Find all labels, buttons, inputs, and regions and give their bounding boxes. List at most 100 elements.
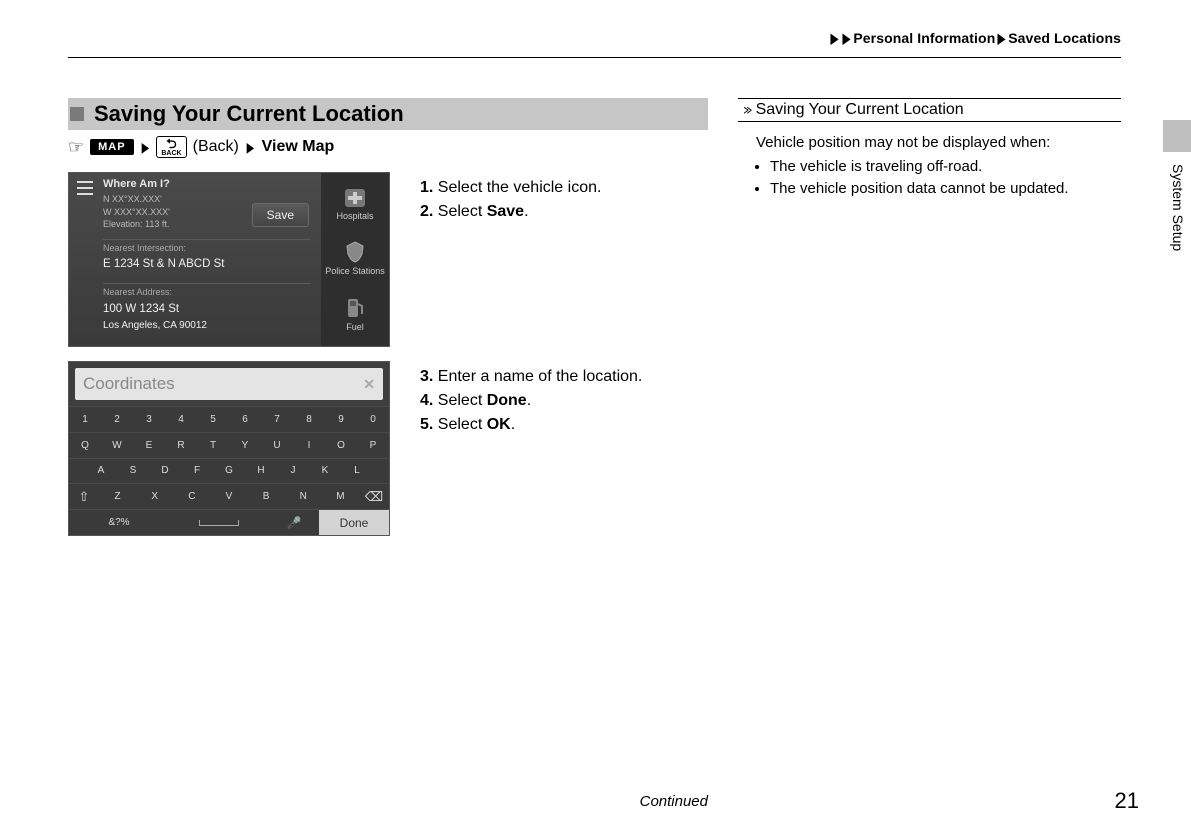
- nearest-intersection-value: E 1234 St & N ABCD St: [103, 258, 224, 270]
- key[interactable]: Q: [69, 440, 101, 451]
- chevron-right-icon: ▶: [141, 139, 149, 156]
- key[interactable]: D: [149, 465, 181, 476]
- screen-title: Where Am I?: [103, 178, 170, 190]
- chevron-right-icon: ▶: [998, 30, 1006, 47]
- step-text: .: [511, 416, 515, 433]
- back-paren: (Back): [193, 138, 239, 156]
- steps-block-2: 3. Enter a name of the location. 4. Sele…: [420, 361, 708, 437]
- name-input[interactable]: Coordinates ✕: [75, 368, 383, 400]
- hamburger-icon[interactable]: [77, 181, 93, 195]
- square-bullet-icon: [70, 107, 84, 121]
- section-heading: Saving Your Current Location: [68, 98, 708, 130]
- step-text: .: [527, 392, 531, 409]
- shift-key[interactable]: ⇧: [69, 489, 99, 505]
- key[interactable]: O: [325, 440, 357, 451]
- key[interactable]: 5: [197, 414, 229, 425]
- key[interactable]: Y: [229, 440, 261, 451]
- key[interactable]: 9: [325, 414, 357, 425]
- latitude: N XX°XX.XXX': [103, 193, 170, 206]
- nav-path: ☜ MAP ▶ ⮌ BACK (Back) ▶ View Map: [68, 136, 708, 158]
- key[interactable]: A: [85, 465, 117, 476]
- key[interactable]: 0: [357, 414, 389, 425]
- key[interactable]: W: [101, 440, 133, 451]
- back-label: BACK: [161, 150, 181, 157]
- breadcrumb-item: Personal Information: [853, 30, 995, 46]
- key[interactable]: 3: [133, 414, 165, 425]
- tab-marker: [1163, 120, 1191, 152]
- input-placeholder: Coordinates: [83, 374, 175, 394]
- space-key[interactable]: [169, 520, 269, 526]
- key[interactable]: L: [341, 465, 373, 476]
- step-bold: OK: [487, 416, 511, 433]
- step-text: Select: [433, 392, 486, 409]
- police-stations-button[interactable]: Police Stations: [325, 240, 385, 276]
- key[interactable]: 6: [229, 414, 261, 425]
- nearest-address-line1: 100 W 1234 St: [103, 303, 179, 315]
- hospitals-button[interactable]: Hospitals: [336, 187, 373, 221]
- key[interactable]: H: [245, 465, 277, 476]
- key[interactable]: B: [248, 491, 285, 502]
- key[interactable]: E: [133, 440, 165, 451]
- key[interactable]: F: [181, 465, 213, 476]
- chevron-right-icon: ▶: [246, 139, 254, 156]
- done-key[interactable]: Done: [319, 510, 389, 535]
- key[interactable]: 1: [69, 414, 101, 425]
- chapter-tab-label: System Setup: [1170, 164, 1186, 251]
- back-button-icon: ⮌ BACK: [156, 136, 186, 158]
- nearest-address-label: Nearest Address:: [103, 287, 172, 297]
- note-bullet: The vehicle position data cannot be upda…: [770, 178, 1115, 200]
- key[interactable]: Z: [99, 491, 136, 502]
- save-button[interactable]: Save: [252, 203, 309, 227]
- key[interactable]: V: [210, 491, 247, 502]
- double-chevron-icon: ≫: [743, 103, 750, 117]
- kb-row-numbers: 1234567890: [69, 406, 389, 432]
- step-text: Select: [433, 203, 486, 220]
- hospital-icon: [343, 187, 367, 209]
- steps-block-1: 1. Select the vehicle icon. 2. Select Sa…: [420, 172, 708, 224]
- key[interactable]: I: [293, 440, 325, 451]
- clear-icon[interactable]: ✕: [363, 376, 375, 393]
- continued-label: Continued: [68, 793, 708, 810]
- fuel-button[interactable]: Fuel: [345, 296, 365, 332]
- step-number: 5.: [420, 416, 433, 433]
- mic-key[interactable]: 🎤: [269, 516, 319, 530]
- key[interactable]: 2: [101, 414, 133, 425]
- chapter-tab: System Setup: [1163, 120, 1191, 300]
- key[interactable]: 8: [293, 414, 325, 425]
- symbols-key[interactable]: &?%: [69, 517, 169, 528]
- kb-row-qwerty: QWERTYUIOP: [69, 432, 389, 458]
- key[interactable]: X: [136, 491, 173, 502]
- divider: [68, 57, 1121, 58]
- police-badge-icon: [343, 240, 367, 264]
- key[interactable]: P: [357, 440, 389, 451]
- breadcrumb-item: Saved Locations: [1008, 30, 1121, 46]
- key[interactable]: S: [117, 465, 149, 476]
- key[interactable]: R: [165, 440, 197, 451]
- elevation: Elevation: 113 ft.: [103, 218, 170, 231]
- fuel-pump-icon: [345, 296, 365, 320]
- chevron-right-icon: ▶: [843, 30, 851, 47]
- nearest-address-line2: Los Angeles, CA 90012: [103, 320, 207, 331]
- backspace-key[interactable]: ⌫: [359, 489, 389, 505]
- back-arrow-icon: ⮌: [166, 137, 176, 150]
- note-heading: ≫ Saving Your Current Location: [738, 98, 1121, 122]
- onscreen-keyboard: 1234567890 QWERTYUIOP ASDFGHJKL ⇧ ZXCVBN…: [69, 406, 389, 535]
- key[interactable]: C: [173, 491, 210, 502]
- key[interactable]: G: [213, 465, 245, 476]
- key[interactable]: T: [197, 440, 229, 451]
- kb-row-bottom: &?% 🎤 Done: [69, 509, 389, 535]
- key[interactable]: N: [285, 491, 322, 502]
- kb-row-zxcv: ⇧ ZXCVBNM ⌫: [69, 483, 389, 509]
- note-intro: Vehicle position may not be displayed wh…: [756, 132, 1115, 154]
- where-am-i-screenshot: Where Am I? N XX°XX.XXX' W XXX°XX.XXX' E…: [68, 172, 390, 347]
- view-map-label: View Map: [262, 138, 335, 156]
- key[interactable]: 7: [261, 414, 293, 425]
- key[interactable]: M: [322, 491, 359, 502]
- hand-pointer-icon: ☜: [68, 137, 84, 158]
- key[interactable]: 4: [165, 414, 197, 425]
- key[interactable]: J: [277, 465, 309, 476]
- key[interactable]: K: [309, 465, 341, 476]
- step-number: 1.: [420, 179, 433, 196]
- keyboard-screenshot: Coordinates ✕ 1234567890 QWERTYUIOP ASDF…: [68, 361, 390, 536]
- key[interactable]: U: [261, 440, 293, 451]
